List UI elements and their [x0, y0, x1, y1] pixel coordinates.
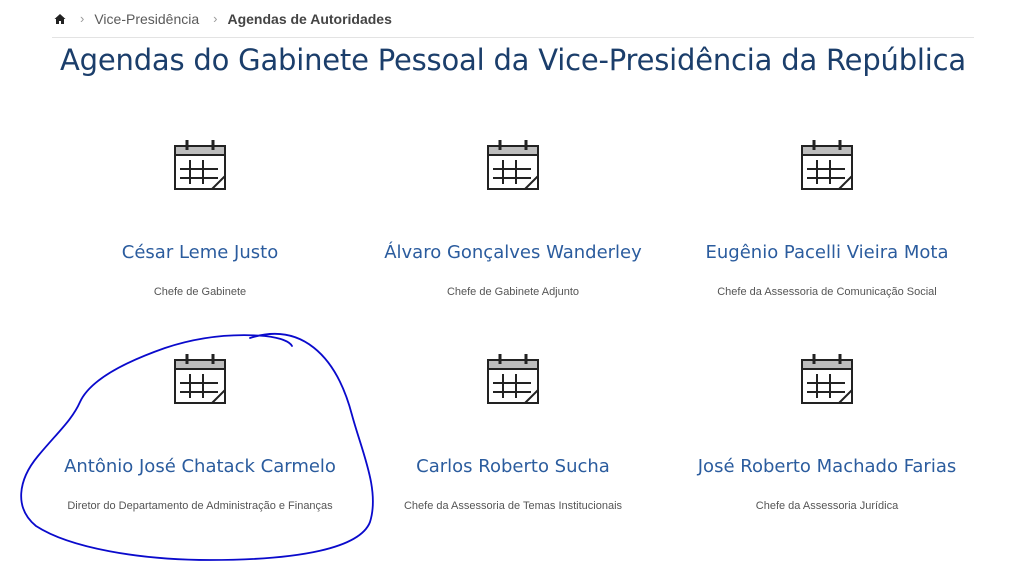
breadcrumb-link-vice-presidencia[interactable]: Vice-Presidência	[94, 11, 199, 27]
authority-card: Álvaro Gonçalves Wanderley Chefe de Gabi…	[348, 138, 678, 298]
calendar-icon[interactable]	[799, 138, 855, 192]
authority-role: Chefe de Gabinete Adjunto	[446, 286, 580, 298]
authority-card: César Leme Justo Chefe de Gabinete	[35, 138, 365, 298]
authority-role: Chefe da Assessoria de Comunicação Socia…	[717, 286, 937, 298]
calendar-icon[interactable]	[799, 352, 855, 406]
breadcrumb: › Vice-Presidência › Agendas de Autorida…	[52, 0, 974, 38]
calendar-icon[interactable]	[172, 352, 228, 406]
authority-card: Antônio José Chatack Carmelo Diretor do …	[35, 352, 365, 512]
authority-name-link[interactable]: José Roberto Machado Farias	[662, 456, 992, 477]
breadcrumb-separator: ›	[213, 11, 218, 26]
calendar-icon[interactable]	[485, 352, 541, 406]
authority-role: Diretor do Departamento de Administração…	[67, 500, 333, 512]
authority-card: Carlos Roberto Sucha Chefe da Assessoria…	[348, 352, 678, 512]
calendar-icon[interactable]	[172, 138, 228, 192]
authority-role: Chefe de Gabinete	[153, 286, 247, 298]
authority-card: Eugênio Pacelli Vieira Mota Chefe da Ass…	[662, 138, 992, 298]
breadcrumb-current: Agendas de Autoridades	[227, 10, 392, 27]
authority-role: Chefe da Assessoria Jurídica	[755, 500, 899, 512]
authority-name-link[interactable]: Álvaro Gonçalves Wanderley	[348, 242, 678, 263]
breadcrumb-separator: ›	[80, 11, 85, 26]
page-title: Agendas do Gabinete Pessoal da Vice-Pres…	[60, 43, 966, 77]
authority-role: Chefe da Assessoria de Temas Institucion…	[403, 500, 623, 512]
authority-card: José Roberto Machado Farias Chefe da Ass…	[662, 352, 992, 512]
calendar-icon[interactable]	[485, 138, 541, 192]
authority-name-link[interactable]: César Leme Justo	[35, 242, 365, 263]
home-icon[interactable]	[54, 13, 66, 25]
authority-name-link[interactable]: Eugênio Pacelli Vieira Mota	[662, 242, 992, 263]
authority-name-link[interactable]: Antônio José Chatack Carmelo	[35, 456, 365, 477]
authority-name-link[interactable]: Carlos Roberto Sucha	[348, 456, 678, 477]
